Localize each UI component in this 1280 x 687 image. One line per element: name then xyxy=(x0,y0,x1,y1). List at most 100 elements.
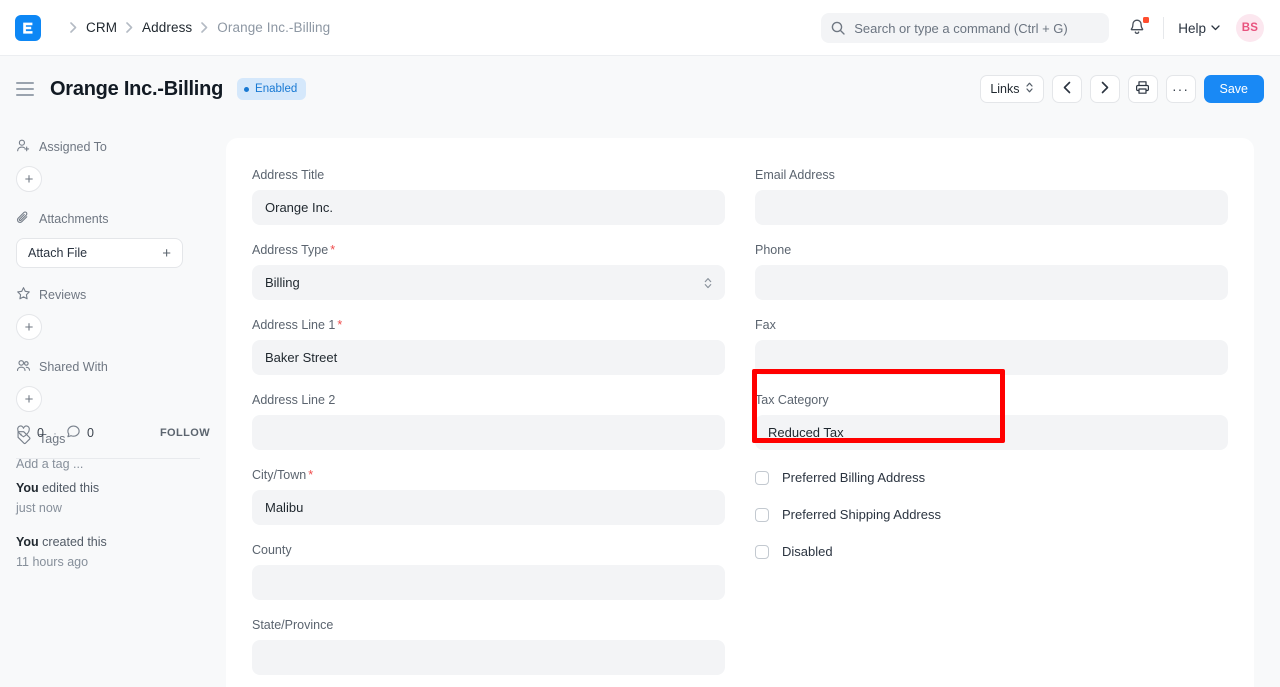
address-type-select[interactable] xyxy=(252,265,725,300)
phone-input[interactable] xyxy=(755,265,1228,300)
plus-icon: + xyxy=(162,246,171,261)
notification-badge-dot xyxy=(1143,17,1149,23)
left-sidebar: Assigned To + Attachments Attach File + … xyxy=(0,122,226,687)
field-label: Address Line 1* xyxy=(252,316,725,334)
field-label-text: Address Line 1 xyxy=(252,318,335,332)
sidebar-social-row: 0 · 0 FOLLOW xyxy=(16,424,210,442)
add-assignment-button[interactable]: + xyxy=(16,166,42,192)
field-label-text: Fax xyxy=(755,318,776,332)
checkbox-preferred-shipping-address[interactable]: Preferred Shipping Address xyxy=(755,507,1228,522)
email-address-input[interactable] xyxy=(755,190,1228,225)
address-line-2-input[interactable] xyxy=(252,415,725,450)
add-review-button[interactable]: + xyxy=(16,314,42,340)
ellipsis-icon: ··· xyxy=(1172,85,1189,93)
chevron-right-icon xyxy=(1101,81,1109,97)
field-label: State/Province xyxy=(252,616,725,634)
checkbox-box[interactable] xyxy=(755,508,769,522)
sidebar-section-label: Assigned To xyxy=(39,140,107,154)
field-label: Tax Category xyxy=(755,391,1228,409)
field-label: Email Address xyxy=(755,166,1228,184)
field-address-type: Address Type* xyxy=(252,241,725,300)
field-label: Address Title xyxy=(252,166,725,184)
breadcrumb-separator-icon xyxy=(70,22,77,33)
help-menu[interactable]: Help xyxy=(1178,21,1220,36)
checkbox-preferred-billing-address[interactable]: Preferred Billing Address xyxy=(755,470,1228,485)
field-city-town: City/Town* xyxy=(252,466,725,525)
checkbox-label: Preferred Shipping Address xyxy=(782,507,941,522)
field-label-text: Address Line 2 xyxy=(252,393,335,407)
address-title-input[interactable] xyxy=(252,190,725,225)
follow-button[interactable]: FOLLOW xyxy=(160,427,210,439)
app-logo-icon[interactable] xyxy=(15,15,41,41)
breadcrumb: CRM Address Orange Inc.-Billing xyxy=(61,20,330,35)
user-plus-icon xyxy=(16,138,31,156)
activity-action: created this xyxy=(39,535,107,549)
field-label: Address Line 2 xyxy=(252,391,725,409)
next-document-button[interactable] xyxy=(1090,75,1120,103)
tax-category-input[interactable] xyxy=(755,415,1228,450)
city-town-input[interactable] xyxy=(252,490,725,525)
comment-button[interactable]: 0 xyxy=(66,424,94,442)
like-count: 0 xyxy=(37,426,44,440)
breadcrumb-item-address[interactable]: Address xyxy=(142,20,192,35)
checkbox-box[interactable] xyxy=(755,471,769,485)
activity-entry: You edited this just now xyxy=(16,478,212,518)
navbar-right-group: Help BS xyxy=(821,0,1280,56)
sidebar-section-attachments: Attachments Attach File + xyxy=(16,210,208,268)
previous-document-button[interactable] xyxy=(1052,75,1082,103)
field-label: Address Type* xyxy=(252,241,725,259)
sidebar-section-reviews: Reviews + xyxy=(16,286,208,340)
required-asterisk: * xyxy=(337,318,342,332)
search-input[interactable] xyxy=(854,21,1099,36)
field-label-text: Tax Category xyxy=(755,393,829,407)
save-button[interactable]: Save xyxy=(1204,75,1265,103)
avatar[interactable]: BS xyxy=(1236,14,1264,42)
field-label-text: Phone xyxy=(755,243,791,257)
sidebar-section-label: Shared With xyxy=(39,360,108,374)
field-label-text: Email Address xyxy=(755,168,835,182)
field-address-line-2: Address Line 2 xyxy=(252,391,725,450)
sidebar-section-label: Attachments xyxy=(39,212,108,226)
comment-count: 0 xyxy=(87,426,94,440)
help-label: Help xyxy=(1178,21,1206,36)
field-label-text: City/Town xyxy=(252,468,306,482)
notifications-button[interactable] xyxy=(1127,17,1149,39)
links-button[interactable]: Links xyxy=(980,75,1043,103)
field-tax-category: Tax Category xyxy=(755,391,1228,450)
more-actions-button[interactable]: ··· xyxy=(1166,75,1196,103)
field-email-address: Email Address xyxy=(755,166,1228,225)
field-label-text: County xyxy=(252,543,292,557)
required-asterisk: * xyxy=(330,243,335,257)
fax-input[interactable] xyxy=(755,340,1228,375)
status-badge: Enabled xyxy=(237,78,306,100)
print-button[interactable] xyxy=(1128,75,1158,103)
status-dot-icon xyxy=(244,87,249,92)
sidebar-divider xyxy=(16,458,200,459)
breadcrumb-item-crm[interactable]: CRM xyxy=(86,20,117,35)
status-badge-label: Enabled xyxy=(255,83,297,95)
printer-icon xyxy=(1135,80,1150,98)
activity-time: 11 hours ago xyxy=(16,552,212,572)
attach-file-button[interactable]: Attach File + xyxy=(16,238,183,268)
field-county: County xyxy=(252,541,725,600)
navbar-divider xyxy=(1163,17,1164,39)
form-right-column: Email Address Phone Fax Tax Category xyxy=(755,166,1228,687)
checkbox-box[interactable] xyxy=(755,545,769,559)
field-state-province: State/Province xyxy=(252,616,725,675)
add-share-button[interactable]: + xyxy=(16,386,42,412)
add-tag-input[interactable]: Add a tag ... xyxy=(16,457,208,471)
document-toolbar: Links ··· Save xyxy=(980,56,1264,122)
field-label-text: Address Title xyxy=(252,168,324,182)
like-button[interactable]: 0 xyxy=(16,424,44,442)
county-input[interactable] xyxy=(252,565,725,600)
address-line-1-input[interactable] xyxy=(252,340,725,375)
checkbox-disabled[interactable]: Disabled xyxy=(755,544,1228,559)
field-label: City/Town* xyxy=(252,466,725,484)
state-province-input[interactable] xyxy=(252,640,725,675)
users-icon xyxy=(16,358,31,376)
separator-dot: · xyxy=(53,426,57,440)
sidebar-toggle-icon[interactable] xyxy=(16,82,34,96)
search-box[interactable] xyxy=(821,13,1109,43)
field-address-title: Address Title xyxy=(252,166,725,225)
links-button-label: Links xyxy=(990,82,1019,96)
